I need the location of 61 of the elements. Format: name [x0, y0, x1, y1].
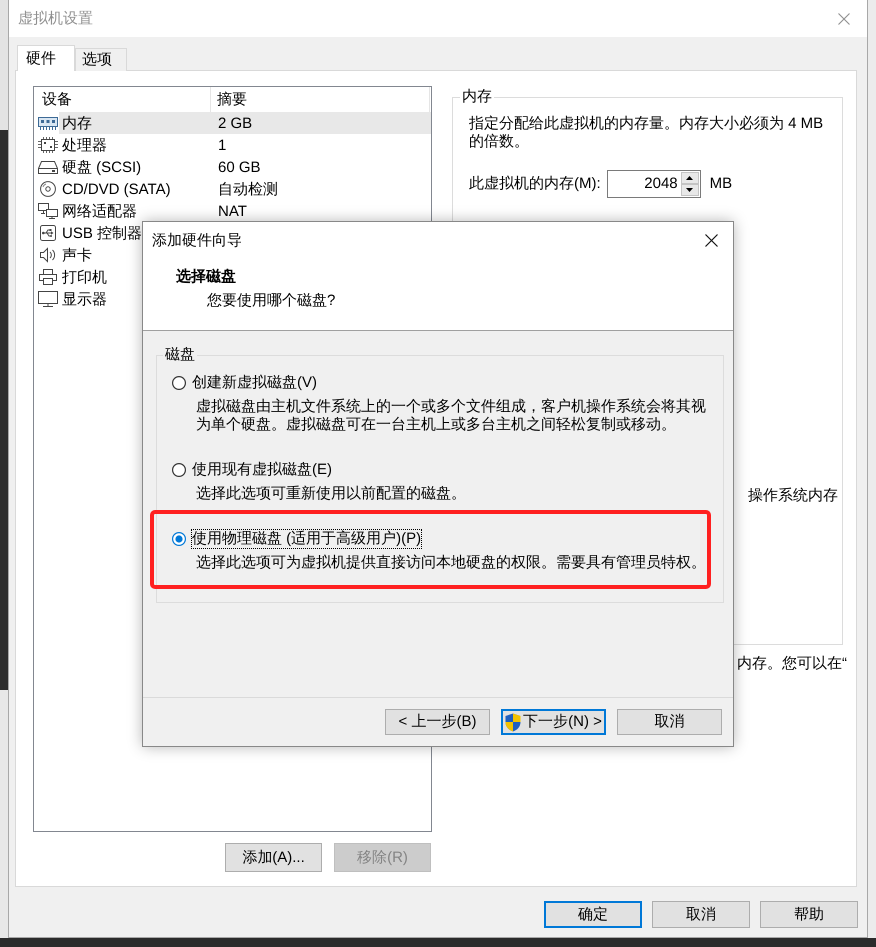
- radio-label[interactable]: 创建新虚拟磁盘(V): [192, 374, 317, 392]
- spin-down-button[interactable]: [680, 184, 699, 196]
- tab[interactable]: 硬件: [17, 45, 75, 71]
- memory-input[interactable]: 2048: [608, 171, 681, 197]
- spin-up-button[interactable]: [680, 172, 699, 184]
- dialog-button[interactable]: 下一步(N) >: [501, 709, 606, 735]
- caret-up-icon: [686, 176, 694, 180]
- selected-row-highlight[interactable]: 内存 2 GB: [59, 112, 431, 134]
- list-button[interactable]: 添加(A)...: [225, 843, 322, 872]
- option-description: 选择此选项可为虚拟机提供直接访问本地硬盘的权限。需要具有管理员特权。: [196, 554, 707, 572]
- close-icon: [838, 12, 850, 24]
- radio-label[interactable]: 使用物理磁盘 (适用于高级用户)(P): [192, 530, 422, 548]
- printer-icon: [38, 269, 58, 285]
- device-summary: 自动检测: [218, 180, 278, 198]
- device-name: 显示器: [62, 290, 107, 308]
- step-heading: 选择磁盘: [176, 268, 236, 286]
- option-description: 选择此选项可重新使用以前配置的磁盘。: [196, 485, 467, 503]
- network-computers-icon: [38, 203, 58, 219]
- memory-description: 指定分配给此虚拟机的内存量。内存大小必须为 4 MB 的倍数。: [469, 115, 824, 151]
- tab[interactable]: 选项: [75, 48, 127, 71]
- memory-spinner[interactable]: 2048: [606, 170, 701, 198]
- device-summary: 60 GB: [218, 158, 261, 176]
- usb-icon: [38, 225, 58, 241]
- device-summary: 1: [218, 136, 226, 154]
- close-icon: [704, 234, 718, 247]
- device-name: 声卡: [62, 246, 92, 264]
- dialog-title: 添加硬件向导: [152, 232, 242, 250]
- device-name: 网络适配器: [62, 202, 137, 220]
- device-summary: 2 GB: [218, 114, 252, 132]
- option-description: 虚拟磁盘由主机文件系统上的一个或多个文件组成，客户机操作系统会将其视为单个硬盘。虚拟磁盘可在一台主机上或多台主机之间轻松复制或移动。: [196, 398, 707, 434]
- dialog-button[interactable]: 帮助: [760, 901, 858, 928]
- caret-down-icon: [686, 188, 694, 192]
- device-name: 内存: [62, 114, 92, 132]
- monitor-icon: [38, 291, 58, 307]
- radio-button[interactable]: [172, 463, 186, 477]
- partial-text: 操作系统内存: [748, 487, 838, 504]
- radio-button[interactable]: [172, 532, 186, 546]
- dialog-button[interactable]: 确定: [544, 901, 642, 928]
- group-title: 磁盘: [164, 346, 196, 364]
- disc-icon: [38, 181, 58, 197]
- step-subheading: 您要使用哪个磁盘?: [207, 292, 336, 310]
- hard-drive-icon: [38, 159, 58, 175]
- radio-button[interactable]: [172, 376, 186, 390]
- memory-module-icon: [38, 115, 58, 131]
- device-name: 处理器: [62, 136, 107, 154]
- device-summary: NAT: [218, 202, 247, 220]
- processor-chip-icon: [38, 137, 58, 153]
- dialog-button[interactable]: 取消: [652, 901, 750, 928]
- device-name: CD/DVD (SATA): [62, 180, 171, 198]
- device-name: 硬盘 (SCSI): [62, 158, 142, 176]
- radio-label[interactable]: 使用现有虚拟磁盘(E): [192, 461, 332, 479]
- unit-label: MB: [710, 175, 732, 193]
- speaker-icon: [38, 247, 58, 263]
- partial-text: 内存。您可以在“: [737, 655, 847, 672]
- window-title: 虚拟机设置: [18, 10, 93, 28]
- group-title: 内存: [461, 88, 493, 106]
- device-name: 打印机: [62, 268, 107, 286]
- dialog-button[interactable]: < 上一步(B): [385, 709, 490, 735]
- memory-field-label: 此虚拟机的内存(M):: [469, 175, 601, 193]
- device-name: USB 控制器: [62, 224, 142, 242]
- dialog-button[interactable]: 取消: [617, 709, 722, 735]
